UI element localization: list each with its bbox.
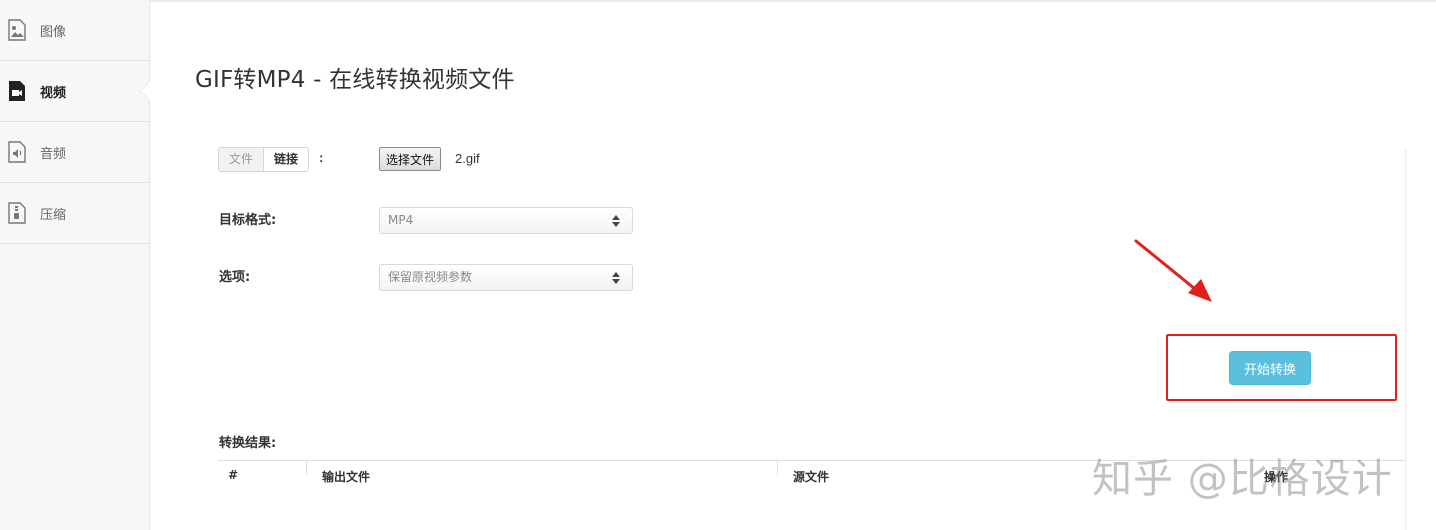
- sidebar-item-label: 压缩: [40, 207, 67, 223]
- selected-file-name: 2.gif: [455, 151, 480, 166]
- select-arrows-icon: [612, 214, 620, 228]
- column-separator: [306, 461, 307, 475]
- audio-icon: [7, 141, 27, 163]
- column-header-index: #: [228, 468, 239, 482]
- column-header-source: 源文件: [793, 470, 830, 484]
- options-select[interactable]: 保留原视频参数: [379, 264, 633, 291]
- column-header-output: 输出文件: [322, 470, 371, 484]
- source-colon: :: [319, 150, 324, 165]
- target-format-select[interactable]: MP4: [379, 207, 633, 234]
- column-separator: [777, 461, 778, 475]
- sidebar-item-label: 音频: [40, 146, 67, 162]
- watermark: 知乎 @比格设计: [1092, 456, 1393, 502]
- sidebar-item-label: 图像: [40, 24, 67, 40]
- choose-file-button[interactable]: 选择文件: [379, 147, 442, 171]
- select-arrows-icon: [612, 271, 620, 285]
- sidebar-item-audio[interactable]: 音频: [0, 122, 149, 183]
- start-convert-button[interactable]: 开始转换: [1229, 351, 1311, 385]
- sidebar: 图像 视频 音频 压缩: [0, 0, 150, 530]
- page-title: GIF转MP4 - 在线转换视频文件: [195, 67, 515, 93]
- top-divider: [150, 0, 1436, 2]
- source-tab-link[interactable]: 链接: [264, 148, 309, 171]
- options-label: 选项:: [219, 270, 251, 285]
- results-title: 转换结果:: [219, 436, 277, 451]
- target-format-label: 目标格式:: [219, 213, 277, 228]
- video-icon: [7, 80, 27, 102]
- annotation-arrow-icon: [1134, 239, 1212, 302]
- archive-icon: [7, 202, 27, 224]
- target-format-value: MP4: [388, 213, 414, 227]
- image-icon: [7, 19, 27, 41]
- source-tab-file[interactable]: 文件: [219, 148, 265, 171]
- sidebar-item-video[interactable]: 视频: [0, 61, 150, 122]
- sidebar-item-archive[interactable]: 压缩: [0, 183, 149, 244]
- options-value: 保留原视频参数: [388, 270, 473, 284]
- sidebar-item-label: 视频: [40, 85, 67, 101]
- sidebar-item-image[interactable]: 图像: [0, 0, 149, 61]
- content-right-border: [1405, 148, 1406, 530]
- source-toggle: 文件 链接: [218, 147, 310, 172]
